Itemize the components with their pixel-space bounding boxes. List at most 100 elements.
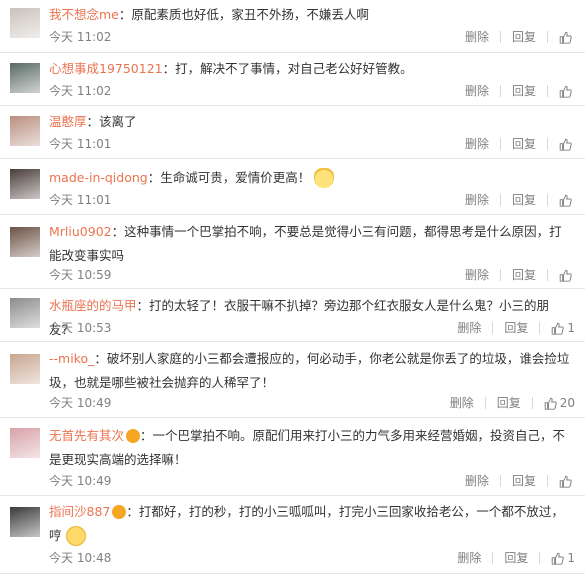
reply-button[interactable]: 回复 — [497, 394, 521, 412]
thumbs-up-icon — [559, 194, 572, 207]
username-link[interactable]: made-in-qidong — [49, 170, 148, 185]
delete-button[interactable]: 删除 — [465, 28, 489, 46]
divider — [499, 475, 501, 487]
comment-meta: 今天 10:48 删除 回复 1 — [49, 549, 575, 567]
cat-face-emoji-icon — [314, 167, 335, 188]
delete-button[interactable]: 删除 — [465, 82, 489, 100]
comment-item: 指间沙887 ：打都好，打的秒，打的小三呱呱叫，打完小三回家收拾老公，一个都不放过… — [0, 496, 585, 574]
avatar-image — [10, 169, 40, 199]
divider — [499, 269, 501, 281]
comment-meta: 今天 11:02 删除 回复 — [49, 28, 575, 46]
delete-button[interactable]: 删除 — [465, 472, 489, 490]
avatar-image — [10, 227, 40, 257]
avatar[interactable] — [10, 428, 40, 458]
comment-item: --miko_：破坏别人家庭的小三都会遭报应的，何必动手，你老公就是你丢了的垃圾… — [0, 342, 585, 418]
avatar[interactable] — [10, 8, 40, 38]
colon-separator: ： — [126, 504, 139, 519]
thumbs-up-icon — [552, 322, 565, 335]
avatar[interactable] — [10, 227, 40, 257]
comment-item: 无首先有其次 ：一个巴掌拍不响。原配们用来打小三的力气多用来经营婚姻，投资自己，不… — [0, 418, 585, 496]
reply-button[interactable]: 回复 — [504, 549, 528, 567]
divider — [484, 397, 486, 409]
reply-button[interactable]: 回复 — [512, 82, 536, 100]
timestamp: 今天 10:49 — [49, 474, 112, 488]
vip-badge-icon — [126, 428, 141, 443]
colon-separator: ： — [140, 428, 153, 443]
divider — [499, 194, 501, 206]
avatar-image — [10, 116, 40, 146]
comment-actions: 删除 回复 1 — [457, 319, 575, 337]
comment-body: 原配素质也好低，家丑不外扬，不嫌丢人啊 — [131, 7, 369, 22]
reply-button[interactable]: 回复 — [512, 28, 536, 46]
reply-button[interactable]: 回复 — [512, 472, 536, 490]
timestamp: 今天 11:02 — [49, 84, 112, 98]
thumbs-up-icon — [559, 269, 572, 282]
username-link[interactable]: 无首先有其次 — [49, 428, 124, 443]
avatar[interactable] — [10, 116, 40, 146]
like-button[interactable] — [559, 194, 575, 207]
delete-button[interactable]: 删除 — [457, 549, 481, 567]
avatar[interactable] — [10, 169, 40, 199]
comment-item: made-in-qidong：生命诚可贵，爱情价更高！ 今天 11:01 删除 回复 — [0, 159, 585, 215]
sad-face-emoji-icon — [65, 525, 86, 546]
divider — [547, 138, 548, 150]
thumbs-up-icon — [559, 85, 572, 98]
avatar-image — [10, 298, 40, 328]
thumbs-up-icon — [559, 31, 572, 44]
comment-actions: 删除 回复 1 — [457, 549, 575, 567]
reply-button[interactable]: 回复 — [512, 191, 536, 209]
like-button[interactable] — [559, 31, 575, 44]
like-button[interactable] — [559, 85, 575, 98]
avatar-image — [10, 63, 40, 93]
like-button[interactable]: 1 — [551, 549, 575, 567]
delete-button[interactable]: 删除 — [465, 266, 489, 284]
reply-button[interactable]: 回复 — [512, 135, 536, 153]
divider — [547, 85, 548, 97]
divider — [499, 138, 501, 150]
comment-text: 心想事成19750121：打，解决不了事情，对自己老公好好管教。 — [49, 57, 573, 81]
comment-item: 温憨厚：该离了 今天 11:01 删除 回复 — [0, 106, 585, 159]
colon-separator: ： — [136, 298, 150, 313]
comment-text: made-in-qidong：生命诚可贵，爱情价更高！ — [49, 166, 573, 190]
like-button[interactable]: 20 — [544, 394, 575, 412]
thumbs-up-icon — [544, 397, 557, 410]
reply-button[interactable]: 回复 — [512, 266, 536, 284]
divider — [547, 194, 548, 206]
username-link[interactable]: 心想事成19750121 — [49, 61, 163, 76]
divider — [499, 85, 501, 97]
username-link[interactable]: Mrliu0902 — [49, 224, 112, 239]
divider — [492, 322, 494, 334]
comment-text: 温憨厚：该离了 — [49, 110, 573, 134]
like-button[interactable] — [559, 269, 575, 282]
comment-item: Mrliu0902：这种事情一个巴掌拍不响，不要总是觉得小三有问题，都得思考是什… — [0, 215, 585, 289]
comment-item: 水瓶座的的马甲：打的太轻了！衣服干嘛不扒掉？旁边那个红衣服女人是什么鬼？小三的朋… — [0, 289, 585, 342]
delete-button[interactable]: 删除 — [465, 135, 489, 153]
username-link[interactable]: 我不想念me — [49, 7, 119, 22]
delete-button[interactable]: 删除 — [465, 191, 489, 209]
avatar[interactable] — [10, 63, 40, 93]
comment-meta: 今天 11:01 删除 回复 — [49, 135, 575, 153]
delete-button[interactable]: 删除 — [457, 319, 481, 337]
reply-button[interactable]: 回复 — [504, 319, 528, 337]
delete-button[interactable]: 删除 — [450, 394, 474, 412]
like-button[interactable]: 1 — [551, 319, 575, 337]
comment-text: --miko_：破坏别人家庭的小三都会遭报应的，何必动手，你老公就是你丢了的垃圾… — [49, 347, 573, 395]
username-link[interactable]: 温憨厚 — [49, 114, 87, 129]
like-button[interactable] — [559, 475, 575, 488]
avatar[interactable] — [10, 298, 40, 328]
divider — [539, 322, 541, 334]
comment-meta: 今天 10:49 删除 回复 — [49, 472, 575, 490]
avatar[interactable] — [10, 354, 40, 384]
divider — [531, 397, 533, 409]
username-link[interactable]: --miko_ — [49, 351, 94, 366]
timestamp: 今天 10:59 — [49, 268, 112, 282]
colon-separator: ： — [86, 114, 100, 129]
like-button[interactable] — [559, 138, 575, 151]
colon-separator: ： — [147, 170, 161, 185]
timestamp: 今天 11:02 — [49, 30, 112, 44]
avatar[interactable] — [10, 507, 40, 537]
comment-actions: 删除 回复 — [465, 191, 575, 209]
comment-body: 打，解决不了事情，对自己老公好好管教。 — [175, 61, 413, 76]
username-link[interactable]: 水瓶座的的马甲 — [49, 298, 137, 313]
username-link[interactable]: 指间沙887 — [49, 504, 110, 519]
